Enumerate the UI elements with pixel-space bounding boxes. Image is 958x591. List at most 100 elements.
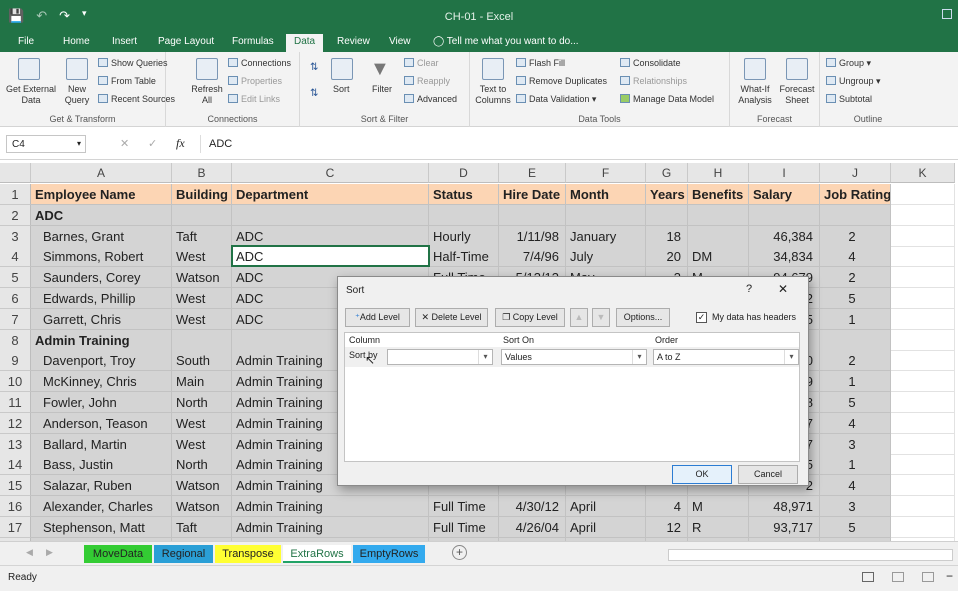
cell[interactable]: South <box>172 350 232 372</box>
cell[interactable]: Hire Date <box>499 184 566 205</box>
cell[interactable]: Anderson, Teason <box>31 412 172 434</box>
cell[interactable] <box>891 475 955 497</box>
refresh-all-button[interactable]: Refresh All <box>188 84 226 106</box>
get-external-data-icon[interactable] <box>18 58 40 80</box>
cell[interactable]: 4/26/04 <box>499 516 566 538</box>
cell[interactable]: 12 <box>646 516 688 538</box>
formula-input[interactable]: ADC <box>200 135 950 153</box>
forecast-sheet-icon[interactable] <box>786 58 808 80</box>
page-break-view-icon[interactable] <box>922 572 934 582</box>
cell[interactable]: Admin Training <box>31 329 172 351</box>
consolidate-button[interactable]: Consolidate <box>620 58 681 68</box>
cell[interactable]: Watson <box>172 267 232 289</box>
get-external-data-button[interactable]: Get External Data <box>4 84 58 106</box>
row-header[interactable]: 8 <box>0 329 31 351</box>
cell[interactable]: 93,717 <box>749 516 820 538</box>
cell[interactable] <box>891 246 955 268</box>
cell[interactable]: 2 <box>820 267 891 289</box>
cell[interactable]: Admin Training <box>232 496 429 517</box>
cell[interactable]: 2 <box>820 225 891 247</box>
cell[interactable]: 48,971 <box>749 496 820 517</box>
row-header[interactable]: 16 <box>0 496 31 517</box>
cell[interactable]: 46,384 <box>749 225 820 247</box>
clear-button[interactable]: Clear <box>404 58 439 68</box>
cell[interactable] <box>820 329 891 351</box>
enter-icon[interactable]: ✓ <box>148 137 157 150</box>
cell[interactable]: January <box>566 225 646 247</box>
column-header-e[interactable]: E <box>499 163 566 183</box>
row-header[interactable]: 5 <box>0 267 31 289</box>
cell[interactable]: Saunders, Corey <box>31 267 172 289</box>
cell[interactable]: Benefits <box>688 184 749 205</box>
cell[interactable]: Salazar, Ruben <box>31 475 172 497</box>
tab-file[interactable]: File <box>18 36 34 47</box>
column-header-g[interactable]: G <box>646 163 688 183</box>
flash-fill-button[interactable]: Flash Fill <box>516 58 565 68</box>
cell[interactable]: 34,834 <box>749 246 820 268</box>
select-all-corner[interactable] <box>0 163 31 183</box>
cell[interactable] <box>688 225 749 247</box>
row-header[interactable]: 3 <box>0 225 31 247</box>
sheet-tab-transpose[interactable]: Transpose <box>215 545 281 563</box>
cell[interactable] <box>891 308 955 330</box>
cell[interactable]: Hourly <box>429 225 499 247</box>
cell[interactable]: Employee Name <box>31 184 172 205</box>
cell[interactable]: Garrett, Chris <box>31 308 172 330</box>
cell[interactable] <box>891 329 955 351</box>
cell[interactable]: 5 <box>820 392 891 413</box>
group-button[interactable]: Group ▾ <box>826 58 871 69</box>
add-level-button[interactable]: ⁺Add Level <box>345 308 410 327</box>
sheet-tab-movedata[interactable]: MoveData <box>84 545 152 563</box>
properties-button[interactable]: Properties <box>228 76 282 86</box>
column-header-d[interactable]: D <box>429 163 499 183</box>
cell[interactable]: Edwards, Phillip <box>31 288 172 309</box>
cell[interactable]: Stephenson, Matt <box>31 516 172 538</box>
cell[interactable]: West <box>172 288 232 309</box>
sheet-tab-emptyrows[interactable]: EmptyRows <box>353 545 425 563</box>
cell[interactable] <box>172 204 232 226</box>
cell[interactable] <box>172 329 232 351</box>
cell[interactable]: Salary <box>749 184 820 205</box>
options-button[interactable]: Options... <box>616 308 670 327</box>
cell[interactable]: McKinney, Chris <box>31 371 172 393</box>
row-header[interactable]: 1 <box>0 184 31 205</box>
sheet-tab-extrarows[interactable]: ExtraRows <box>283 545 351 563</box>
from-table-button[interactable]: From Table <box>98 76 156 86</box>
cell[interactable]: Building <box>172 184 232 205</box>
headers-checkbox[interactable]: ✓ <box>696 312 707 323</box>
cell[interactable]: 1/11/98 <box>499 225 566 247</box>
column-header-b[interactable]: B <box>172 163 232 183</box>
help-button[interactable]: ? <box>746 283 752 295</box>
remove-duplicates-button[interactable]: Remove Duplicates <box>516 76 607 86</box>
relationships-button[interactable]: Relationships <box>620 76 687 86</box>
cell[interactable]: West <box>172 433 232 455</box>
cell[interactable]: Alexander, Charles <box>31 496 172 517</box>
cell[interactable] <box>891 288 955 309</box>
cell[interactable] <box>429 204 499 226</box>
name-box[interactable]: C4 ▾ <box>6 135 86 153</box>
cell[interactable] <box>891 371 955 393</box>
tab-insert[interactable]: Insert <box>112 36 137 47</box>
add-sheet-icon[interactable]: + <box>452 545 467 560</box>
cell[interactable] <box>891 454 955 476</box>
cell[interactable] <box>891 184 955 205</box>
cell[interactable]: 5 <box>820 288 891 309</box>
cell[interactable]: April <box>566 516 646 538</box>
tab-review[interactable]: Review <box>337 36 370 47</box>
row-header[interactable]: 13 <box>0 433 31 455</box>
insert-function-icon[interactable]: fx <box>176 136 185 151</box>
ok-button[interactable]: OK <box>672 465 732 484</box>
cell[interactable]: 18 <box>646 225 688 247</box>
column-header-a[interactable]: A <box>31 163 172 183</box>
cell[interactable]: 2 <box>820 350 891 372</box>
manage-data-model-button[interactable]: Manage Data Model <box>620 94 714 104</box>
cell[interactable] <box>891 496 955 517</box>
column-header-c[interactable]: C <box>232 163 429 183</box>
edit-links-button[interactable]: Edit Links <box>228 94 280 104</box>
cell[interactable]: North <box>172 454 232 476</box>
cell[interactable]: ADC <box>232 225 429 247</box>
cell[interactable]: 20 <box>646 246 688 268</box>
row-header[interactable]: 12 <box>0 412 31 434</box>
cell[interactable]: 4 <box>820 246 891 268</box>
connections-button[interactable]: Connections <box>228 58 291 68</box>
